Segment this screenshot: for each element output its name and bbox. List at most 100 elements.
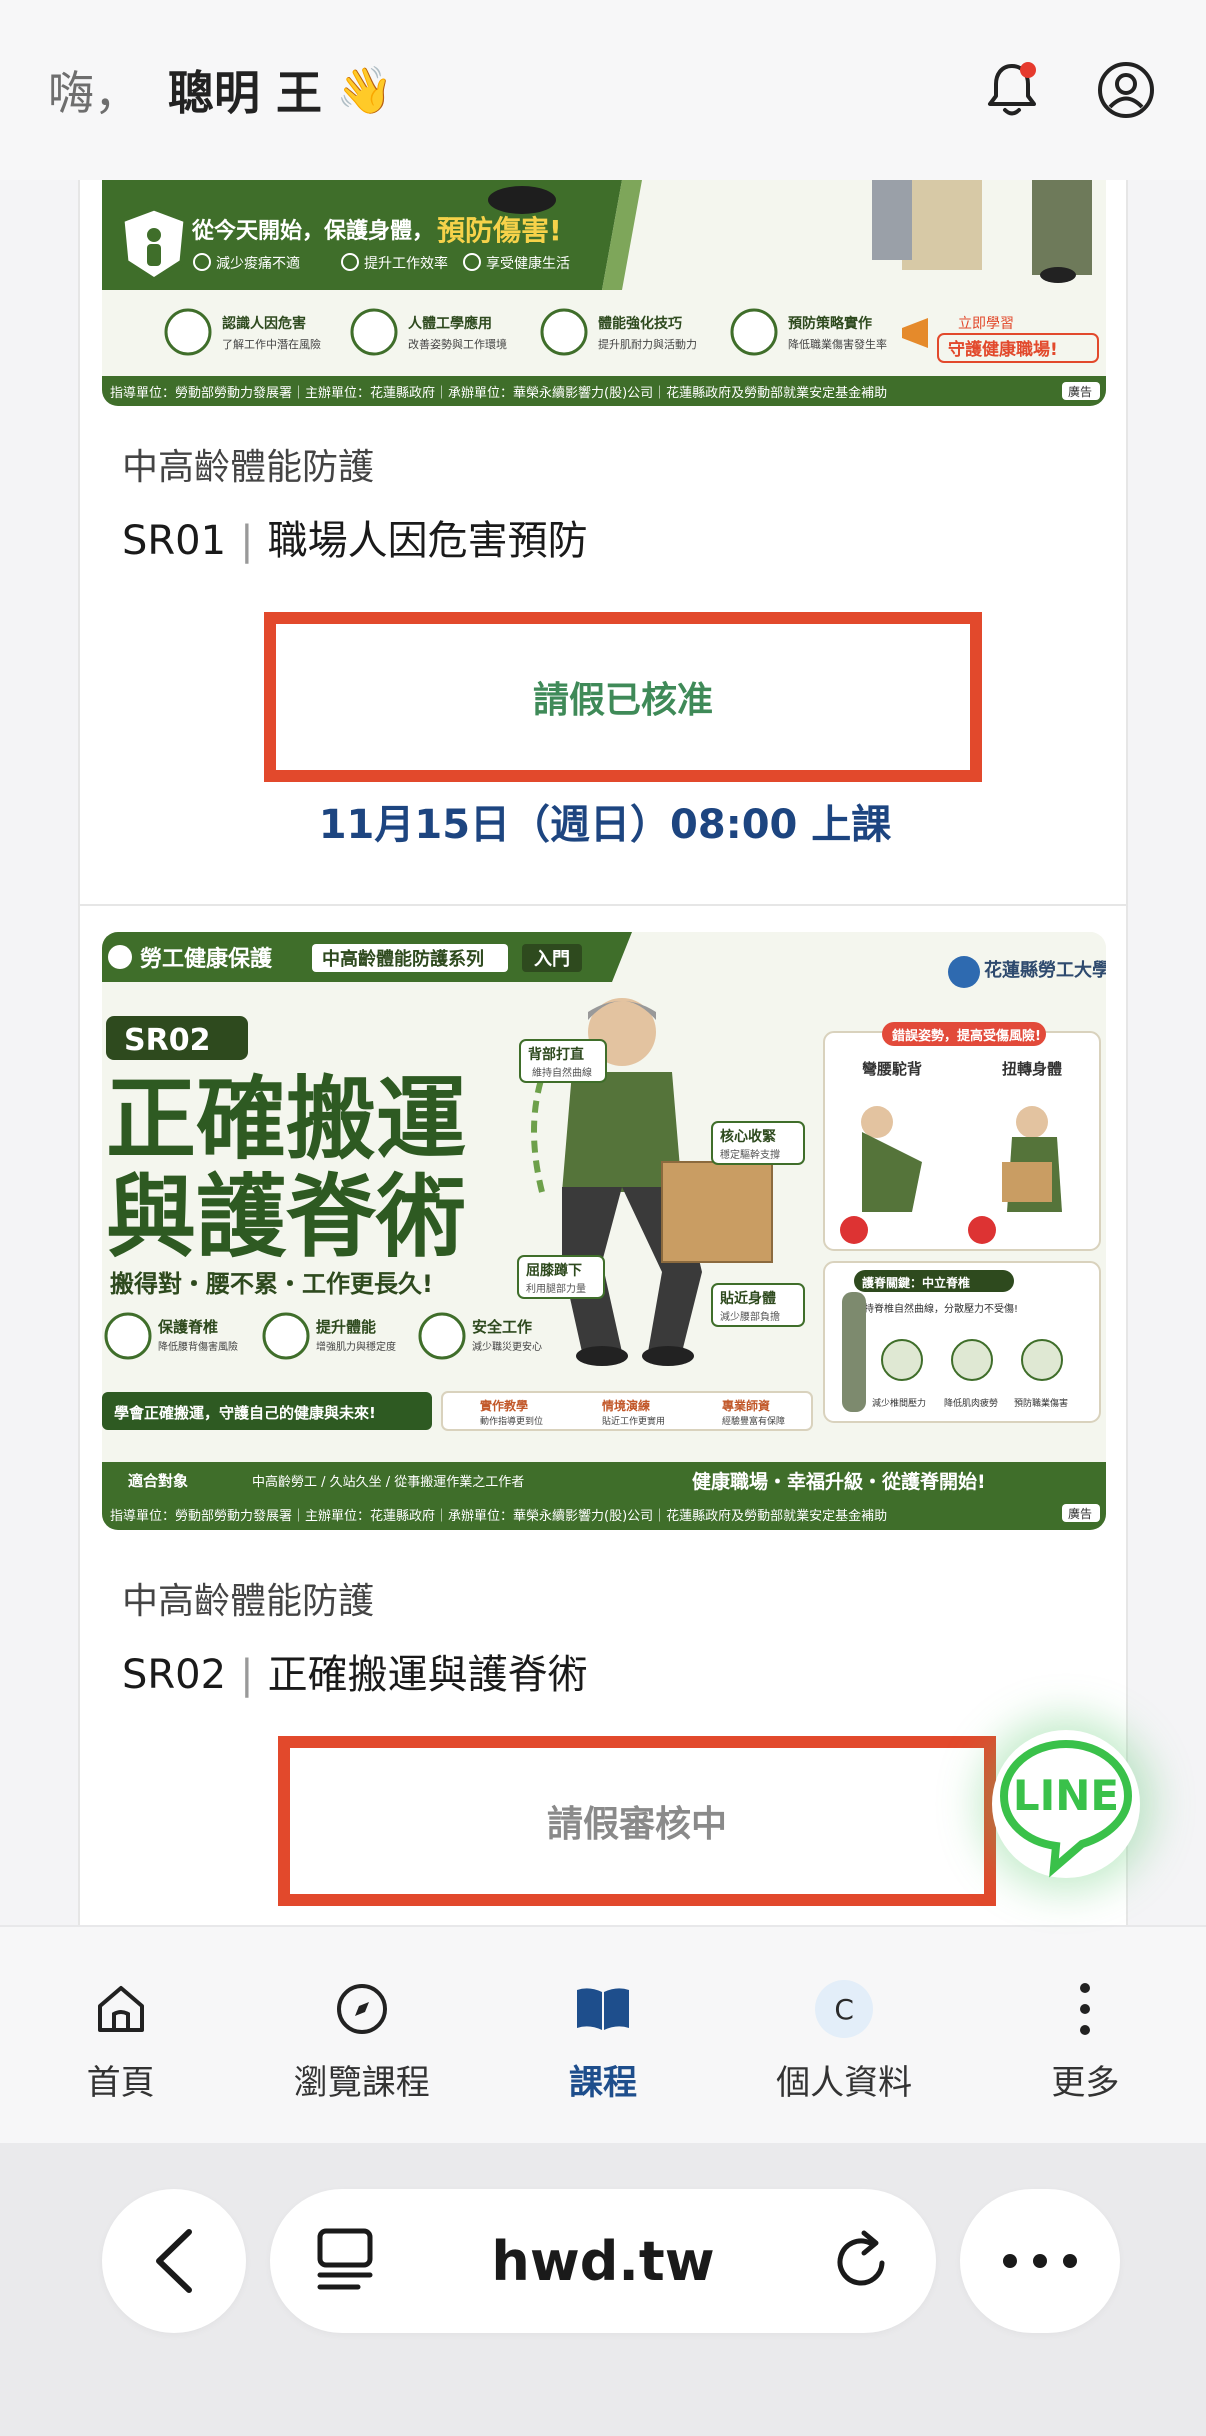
svg-text:廣告: 廣告: [1068, 385, 1092, 399]
svg-text:預防策略實作: 預防策略實作: [788, 315, 872, 332]
tab-label: 瀏覽課程: [293, 2063, 430, 2103]
tab-home[interactable]: 首頁: [21, 1979, 221, 2104]
svg-text:減少痠痛不適: 減少痠痛不適: [216, 255, 300, 272]
course-code: SR01: [122, 518, 227, 564]
reader-icon: [317, 2228, 373, 2290]
svg-text:降低腰背傷害風險: 降低腰背傷害風險: [158, 1340, 238, 1353]
svg-text:勞工健康保護: 勞工健康保護: [140, 946, 273, 972]
svg-text:提升工作效率: 提升工作效率: [364, 255, 448, 272]
svg-text:穩定驅幹支撐: 穩定驅幹支撐: [720, 1148, 780, 1161]
course-card[interactable]: 從今天開始，保護身體， 預防傷害! 減少痠痛不適 提升工作效率 享受健康生活 認…: [78, 180, 1128, 906]
home-icon: [97, 1986, 144, 2032]
title-separator: |: [240, 1652, 254, 1698]
svg-text:適合對象: 適合對象: [128, 1472, 188, 1490]
tab-more[interactable]: 更多: [985, 1979, 1185, 2104]
svg-text:安全工作: 安全工作: [472, 1318, 532, 1336]
course-category: 中高齡體能防護: [122, 447, 375, 488]
svg-text:SR02: SR02: [124, 1023, 210, 1058]
course-title[interactable]: SR01 | 職場人因危害預防: [122, 508, 588, 566]
svg-text:改善姿勢與工作環境: 改善姿勢與工作環境: [408, 337, 507, 351]
app-header: 嗨， 聰明 王 👋: [0, 0, 1206, 180]
svg-text:動作指導更到位: 動作指導更到位: [480, 1415, 543, 1427]
line-icon: LINE: [999, 1739, 1133, 1878]
reload-icon: [837, 2230, 885, 2286]
svg-text:增強肌力與穩定度: 增強肌力與穩定度: [316, 1340, 396, 1353]
svg-text:入門: 入門: [534, 949, 570, 970]
svg-text:提升體能: 提升體能: [316, 1318, 376, 1336]
url-text: hwd.tw: [491, 2229, 715, 2293]
banner-footer: 指導單位：勞動部勞動力發展署｜主辦單位：花蓮縣政府｜承辦單位：華榮永續影響力(股…: [110, 1508, 887, 1524]
browser-back-button[interactable]: [102, 2189, 246, 2333]
class-time: 11月15日（週日）08:00 上課: [318, 802, 892, 848]
title-separator: |: [240, 518, 254, 564]
svg-text:屈膝蹲下: 屈膝蹲下: [526, 1262, 582, 1279]
svg-text:降低職業傷害發生率: 降低職業傷害發生率: [788, 337, 887, 351]
svg-text:護脊關鍵：中立脊椎: 護脊關鍵：中立脊椎: [862, 1275, 970, 1290]
banner-footer: 指導單位：勞動部勞動力發展署｜主辦單位：花蓮縣政府｜承辦單位：華榮永續影響力(股…: [110, 385, 887, 401]
svg-text:廣告: 廣告: [1068, 1507, 1092, 1521]
course-code: SR02: [122, 1652, 227, 1698]
tab-courses[interactable]: 課程: [503, 1979, 703, 2104]
svg-text:經驗豐富有保障: 經驗豐富有保障: [722, 1415, 785, 1427]
profile-button[interactable]: [1094, 58, 1158, 122]
svg-text:中高齡體能防護系列: 中高齡體能防護系列: [322, 948, 484, 970]
tab-profile[interactable]: C 個人資料: [744, 1979, 944, 2104]
svg-text:減少職災更安心: 減少職災更安心: [472, 1340, 542, 1353]
bottom-tab-bar: 首頁 瀏覽課程 課程 C 個人資料 更多: [0, 1925, 1206, 2143]
book-icon: [576, 1988, 629, 2030]
svg-text:預防職業傷害: 預防職業傷害: [1014, 1397, 1068, 1409]
compass-icon: [336, 1984, 387, 2034]
svg-text:情境演練: 情境演練: [602, 1398, 650, 1413]
course-banner[interactable]: 勞工健康保護 中高齡體能防護系列 入門 花蓮縣勞工大學 SR02 正確搬運 與護…: [102, 932, 1106, 1530]
svg-text:專業師資: 專業師資: [722, 1398, 770, 1413]
course-category: 中高齡體能防護: [122, 1581, 375, 1622]
browser-toolbar: hwd.tw: [0, 2143, 1206, 2436]
svg-text:降低肌肉疲勞: 降低肌肉疲勞: [944, 1397, 998, 1409]
greeting-prefix: 嗨，: [48, 66, 140, 120]
svg-text:提升肌耐力與活動力: 提升肌耐力與活動力: [598, 337, 697, 351]
svg-text:維持脊椎自然曲線，分散壓力不受傷!: 維持脊椎自然曲線，分散壓力不受傷!: [854, 1302, 1018, 1315]
tab-browse-courses[interactable]: 瀏覽課程: [262, 1979, 462, 2104]
svg-text:保護脊椎: 保護脊椎: [157, 1318, 218, 1336]
course-title[interactable]: SR02 | 正確搬運與護脊術: [122, 1642, 588, 1700]
wave-emoji: 👋: [336, 62, 394, 117]
banner-slogan: 搬得對・腰不累・工作更長久!: [110, 1270, 433, 1298]
banner-headline-highlight: 預防傷害!: [437, 214, 562, 247]
greeting: 嗨， 聰明 王 👋: [48, 57, 393, 123]
svg-text:人體工學應用: 人體工學應用: [408, 315, 492, 332]
course-banner[interactable]: 從今天開始，保護身體， 預防傷害! 減少痠痛不適 提升工作效率 享受健康生活 認…: [102, 180, 1106, 406]
course-list[interactable]: 從今天開始，保護身體， 預防傷害! 減少痠痛不適 提升工作效率 享受健康生活 認…: [0, 180, 1206, 1925]
svg-text:利用腿部力量: 利用腿部力量: [526, 1282, 586, 1295]
tab-label: 更多: [1051, 2063, 1120, 2103]
svg-text:減少腰部負擔: 減少腰部負擔: [720, 1310, 780, 1323]
svg-text:LINE: LINE: [1013, 1771, 1119, 1820]
tab-label: 首頁: [86, 2063, 155, 2103]
notification-button[interactable]: [980, 58, 1044, 122]
svg-text:了解工作中潛在風險: 了解工作中潛在風險: [222, 337, 321, 351]
svg-text:背部打直: 背部打直: [528, 1046, 584, 1063]
svg-text:學會正確搬運，守護自己的健康與未來!: 學會正確搬運，守護自己的健康與未來!: [114, 1404, 376, 1422]
browser-more-button[interactable]: [960, 2189, 1120, 2333]
svg-text:貼近身體: 貼近身體: [720, 1290, 776, 1307]
svg-text:立即學習: 立即學習: [958, 316, 1014, 332]
address-bar[interactable]: hwd.tw: [270, 2189, 936, 2333]
avatar-icon: C: [815, 1980, 874, 2038]
svg-text:貼近工作更實用: 貼近工作更實用: [602, 1415, 665, 1427]
svg-text:彎腰駝背: 彎腰駝背: [862, 1060, 922, 1078]
user-circle-icon: [1098, 62, 1154, 118]
user-name: 聰明 王: [168, 66, 323, 120]
svg-text:體能強化技巧: 體能強化技巧: [598, 315, 682, 332]
leave-status-label: 請假已核准: [532, 680, 713, 721]
notification-badge: [1020, 62, 1036, 78]
svg-text:健康職場・幸福升級・從護脊開始!: 健康職場・幸福升級・從護脊開始!: [692, 1470, 986, 1493]
svg-text:守護健康職場!: 守護健康職場!: [948, 339, 1058, 360]
banner-art: 勞工健康保護 中高齡體能防護系列 入門 花蓮縣勞工大學 SR02 正確搬運 與護…: [102, 932, 1106, 1530]
svg-text:中高齡勞工 / 久站久坐 / 從事搬運作業之工作者: 中高齡勞工 / 久站久坐 / 從事搬運作業之工作者: [252, 1474, 524, 1490]
course-name: 職場人因危害預防: [267, 518, 588, 564]
banner-title-line-1: 正確搬運: [106, 1067, 466, 1172]
line-chat-button[interactable]: LINE: [992, 1730, 1140, 1878]
leave-status-button[interactable]: 請假審核中: [278, 1736, 996, 1906]
svg-text:核心收緊: 核心收緊: [720, 1128, 776, 1145]
leave-status-button[interactable]: 請假已核准: [264, 612, 982, 782]
svg-text:認識人因危害: 認識人因危害: [222, 315, 306, 332]
